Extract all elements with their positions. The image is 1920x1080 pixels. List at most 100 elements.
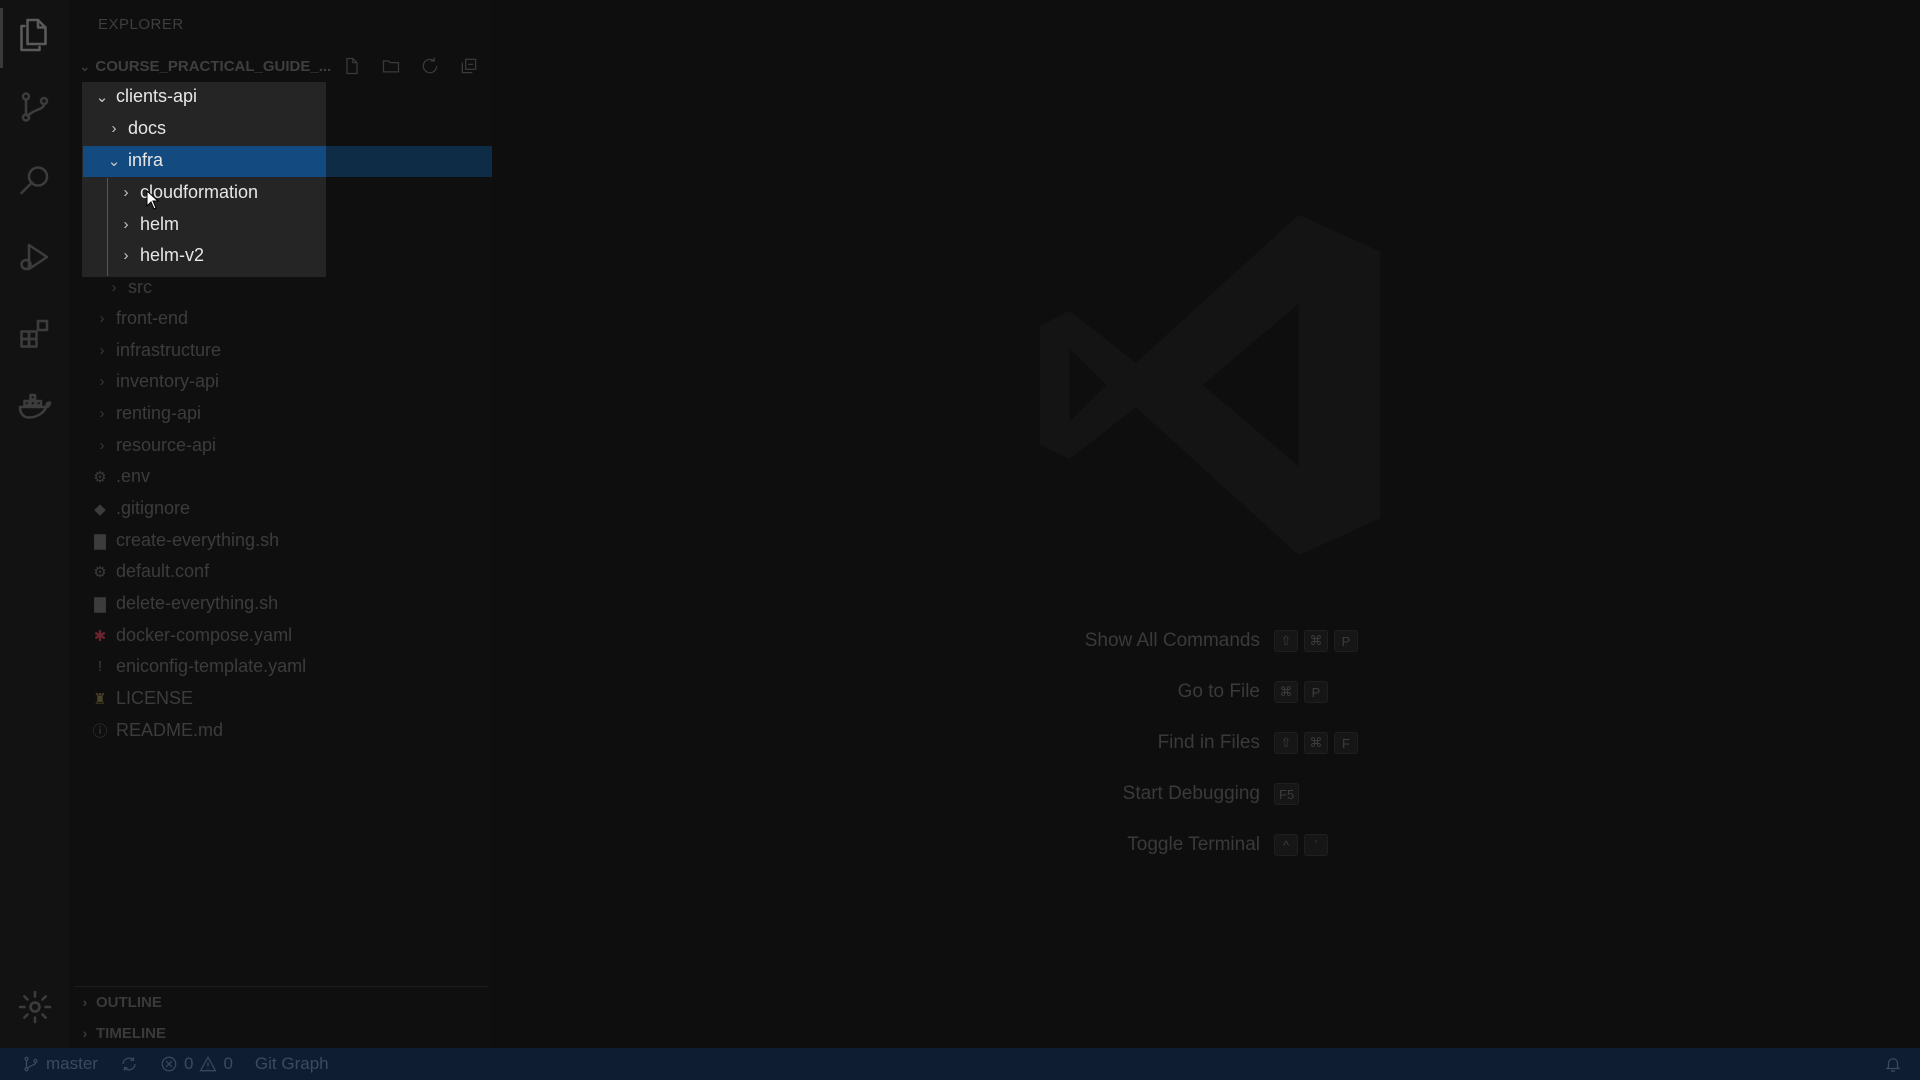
- tree-item-label: inventory-api: [116, 371, 220, 391]
- shell-file-icon: ▇: [94, 595, 106, 613]
- tree-item-infrastructure[interactable]: › infrastructure: [94, 335, 222, 366]
- license-icon: ♜: [93, 690, 107, 708]
- error-icon: [161, 1056, 177, 1072]
- tree-item-gitignore[interactable]: ◆ .gitignore: [92, 493, 190, 524]
- key-shift: ⇧: [1274, 732, 1298, 754]
- tree-item-helm-v2[interactable]: › helm-v2: [118, 240, 205, 271]
- tree-item-label: src: [128, 277, 152, 297]
- tree-item-label: resource-api: [116, 435, 217, 455]
- tree-item-resource-api[interactable]: › resource-api: [94, 430, 217, 461]
- gear-icon: ⚙: [93, 468, 107, 486]
- error-count: 0: [183, 1054, 194, 1073]
- tree-item-front-end[interactable]: › front-end: [94, 303, 189, 334]
- notifications-bell-icon[interactable]: [1884, 1055, 1902, 1078]
- chevron-right-icon: ›: [82, 994, 88, 1010]
- chevron-right-icon: ›: [99, 437, 105, 454]
- shortcut-label: Show All Commands: [1084, 630, 1260, 651]
- shortcut-go-to-file: Go to File ⌘ P: [1000, 677, 1328, 707]
- tree-item-src[interactable]: › src: [106, 272, 153, 303]
- warning-icon: [199, 1056, 217, 1072]
- tree-item-label: renting-api: [116, 403, 202, 423]
- shortcut-toggle-terminal: Toggle Terminal ^ `: [1000, 830, 1328, 860]
- chevron-right-icon: ›: [123, 247, 129, 264]
- chevron-down-icon: ⌄: [107, 152, 121, 170]
- key-cmd: ⌘: [1304, 732, 1328, 754]
- tree-item-label: delete-everything.sh: [116, 593, 279, 613]
- tree-item-docs[interactable]: › docs: [106, 113, 167, 144]
- new-folder-icon[interactable]: [371, 52, 410, 80]
- problems-indicator[interactable]: 0 0: [160, 1054, 233, 1074]
- chevron-right-icon: ›: [99, 373, 105, 390]
- gear-icon: ⚙: [93, 563, 107, 581]
- source-control-icon[interactable]: [14, 86, 56, 128]
- tree-item-label: infrastructure: [116, 340, 222, 360]
- tree-item-readme[interactable]: ⓘ README.md: [92, 715, 223, 746]
- chevron-down-icon: ⌄: [95, 88, 109, 106]
- shortcut-find-in-files: Find in Files ⇧ ⌘ F: [1000, 728, 1358, 758]
- key-cmd: ⌘: [1304, 630, 1328, 652]
- docker-icon[interactable]: [14, 386, 56, 428]
- tree-item-label: default.conf: [116, 561, 210, 581]
- tree-item-default-conf[interactable]: ⚙ default.conf: [92, 556, 209, 587]
- extensions-icon[interactable]: [14, 312, 56, 354]
- chevron-right-icon: ›: [99, 405, 105, 422]
- explorer-icon[interactable]: [14, 14, 56, 56]
- tree-item-label: docker-compose.yaml: [116, 625, 293, 645]
- key-p: P: [1304, 681, 1328, 703]
- shortcut-label: Start Debugging: [1122, 783, 1260, 804]
- tree-item-env[interactable]: ⚙ .env: [92, 461, 150, 492]
- explorer-title: EXPLORER: [98, 16, 184, 33]
- outline-panel-header[interactable]: › OUTLINE: [74, 986, 488, 1017]
- tree-item-label: .env: [116, 466, 151, 486]
- tree-item-label: helm: [140, 214, 180, 234]
- tree-item-cloudformation[interactable]: › cloudformation: [118, 177, 259, 208]
- timeline-label: TIMELINE: [96, 1024, 166, 1042]
- tree-item-label: helm-v2: [140, 245, 205, 265]
- tree-item-create-everything[interactable]: ▇ create-everything.sh: [92, 525, 279, 556]
- tree-item-license[interactable]: ♜ LICENSE: [92, 683, 193, 714]
- tree-item-label: front-end: [116, 308, 189, 328]
- key-p: P: [1334, 630, 1358, 652]
- chevron-right-icon: ›: [111, 120, 117, 137]
- git-graph-button[interactable]: Git Graph: [255, 1054, 329, 1074]
- chevron-right-icon: ›: [111, 279, 117, 296]
- branch-indicator[interactable]: master: [22, 1054, 98, 1074]
- status-bar: master 0 0 Git Graph: [0, 1048, 1920, 1080]
- search-icon[interactable]: [14, 160, 56, 202]
- key-shift: ⇧: [1274, 630, 1298, 652]
- tree-item-clients-api[interactable]: ⌄ clients-api: [94, 81, 197, 112]
- sync-button[interactable]: [120, 1055, 138, 1073]
- git-graph-label: Git Graph: [254, 1054, 329, 1073]
- chevron-down-icon: ⌄: [78, 57, 91, 74]
- run-debug-icon[interactable]: [14, 236, 56, 278]
- shortcut-label: Toggle Terminal: [1127, 834, 1260, 855]
- tree-item-delete-everything[interactable]: ▇ delete-everything.sh: [92, 588, 278, 619]
- settings-gear-icon[interactable]: [14, 986, 56, 1028]
- shortcut-start-debugging: Start Debugging F5: [1000, 779, 1300, 809]
- yaml-file-icon: !: [97, 658, 103, 675]
- timeline-panel-header[interactable]: › TIMELINE: [74, 1018, 488, 1048]
- tree-item-infra[interactable]: ⌄ infra: [106, 145, 163, 176]
- tree-item-label: .gitignore: [116, 498, 191, 518]
- vscode-logo-watermark-icon: [1039, 214, 1381, 556]
- tree-item-eniconfig-template[interactable]: ! eniconfig-template.yaml: [92, 651, 306, 682]
- tree-item-label: clients-api: [116, 86, 198, 106]
- tree-item-helm[interactable]: › helm: [118, 209, 180, 240]
- outline-label: OUTLINE: [96, 993, 162, 1011]
- refresh-icon[interactable]: [410, 52, 449, 80]
- warning-count: 0: [223, 1054, 233, 1073]
- indent-guide: [107, 178, 108, 276]
- git-icon: ◆: [94, 500, 106, 518]
- tree-item-label: LICENSE: [116, 688, 194, 708]
- tree-item-inventory-api[interactable]: › inventory-api: [94, 366, 220, 397]
- new-file-icon[interactable]: [333, 52, 372, 80]
- docker-file-icon: ✱: [93, 627, 107, 645]
- chevron-right-icon: ›: [123, 216, 129, 233]
- sync-icon: [122, 1057, 136, 1071]
- tree-item-renting-api[interactable]: › renting-api: [94, 398, 202, 429]
- shortcut-show-all-commands: Show All Commands ⇧ ⌘ P: [1000, 626, 1358, 656]
- workspace-root[interactable]: ⌄ COURSE_PRACTICAL_GUIDE_...: [74, 52, 488, 80]
- tree-item-docker-compose[interactable]: ✱ docker-compose.yaml: [92, 620, 292, 651]
- collapse-all-icon[interactable]: [449, 52, 488, 80]
- tree-item-label: docs: [128, 118, 167, 138]
